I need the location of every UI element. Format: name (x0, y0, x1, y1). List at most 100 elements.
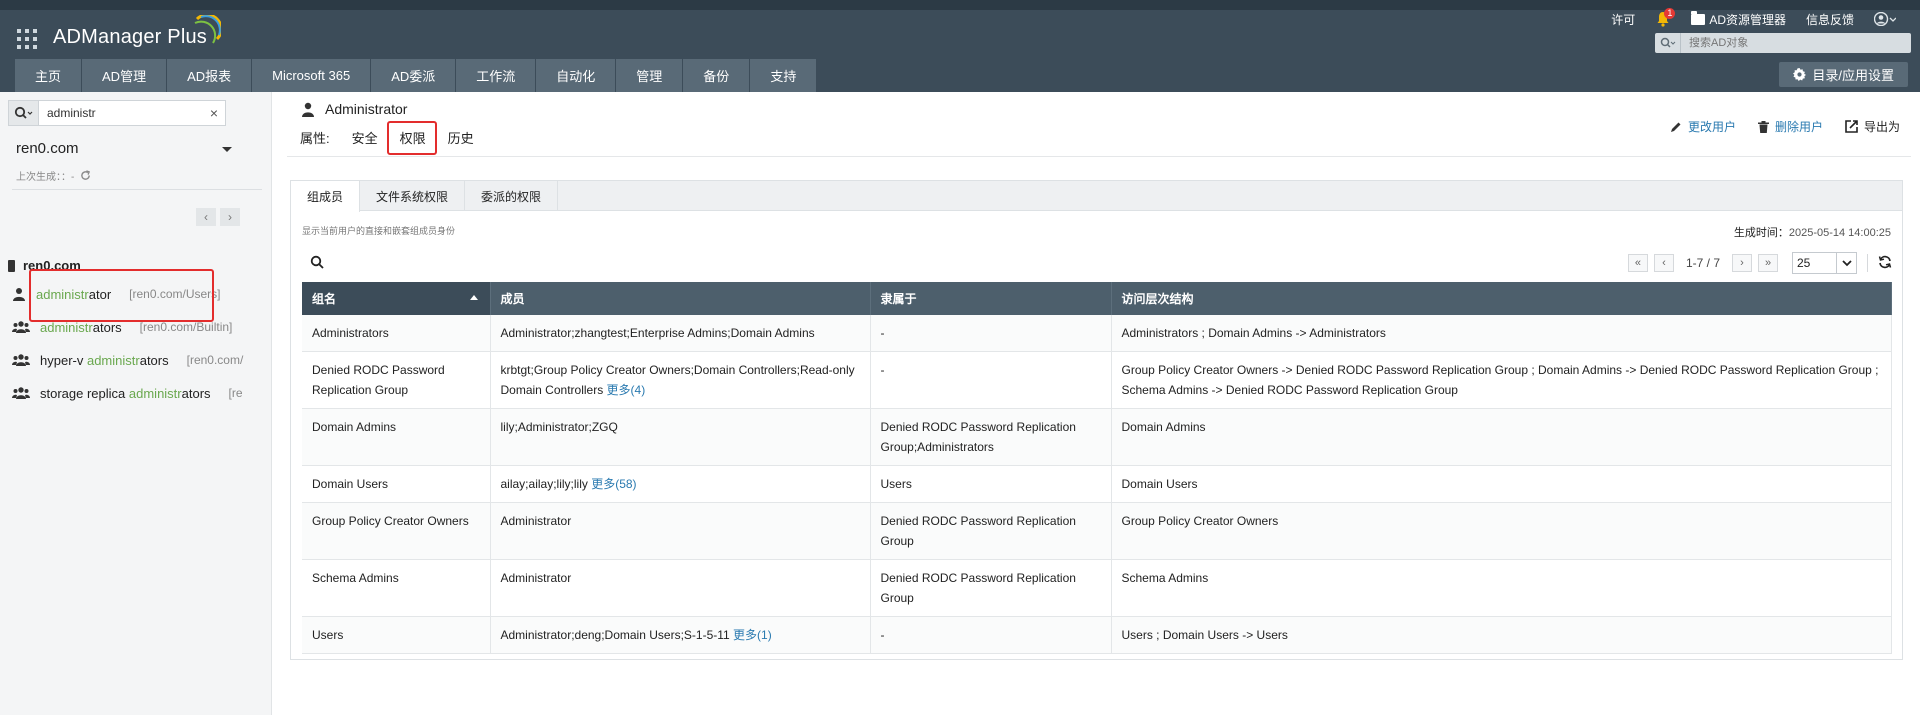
ad-object-search[interactable] (1655, 33, 1911, 53)
cell-hierarchy: Domain Admins (1111, 408, 1892, 466)
search-type-button[interactable] (9, 101, 39, 125)
directory-settings-button[interactable]: 目录/应用设置 (1779, 62, 1908, 87)
table-row: Users Administrator;deng;Domain Users;S-… (302, 616, 1892, 654)
result-path: [ren0.com/ (186, 353, 244, 367)
column-member-of[interactable]: 隶属于 (870, 282, 1112, 315)
page-info: 1-7 / 7 (1685, 256, 1720, 270)
nav-workflow[interactable]: 工作流 (456, 59, 537, 92)
previous-page-icon[interactable]: ‹ (1653, 254, 1674, 272)
last-page-icon[interactable]: » (1758, 254, 1778, 272)
panel-description: 显示当前用户的直接和嵌套组成员身份 (302, 226, 456, 236)
cell-member-of: - (870, 315, 1112, 352)
refresh-table-icon[interactable] (1878, 255, 1892, 272)
cell-members: ailay;ailay;lily;lily 更多(58) (490, 465, 871, 503)
table-toolbar: « ‹ 1-7 / 7 › » 25 (302, 250, 1892, 276)
top-links: 许可 1 AD资源管理器 信息反馈 (1601, 8, 1906, 28)
nav-ad-management[interactable]: AD管理 (82, 59, 168, 92)
sidebar-search: × (8, 100, 226, 126)
table-pager: « ‹ 1-7 / 7 › » 25 (1627, 252, 1892, 274)
more-link[interactable]: 更多(4) (607, 383, 646, 397)
clear-search-icon[interactable]: × (203, 101, 225, 125)
tab-delegated-permissions[interactable]: 委派的权限 (465, 181, 559, 211)
license-link[interactable]: 许可 (1601, 11, 1645, 28)
export-button[interactable]: 导出为 (1845, 118, 1900, 135)
user-menu-button[interactable] (1864, 12, 1906, 26)
ad-explorer-link[interactable]: AD资源管理器 (1681, 10, 1796, 28)
cell-group-name: Domain Admins (302, 408, 491, 466)
permissions-panel: 组成员 文件系统权限 委派的权限 显示当前用户的直接和嵌套组成员身份 生成时间：… (290, 180, 1903, 660)
group-icon (12, 387, 30, 399)
search-options-icon[interactable] (1655, 33, 1681, 53)
column-access-hierarchy[interactable]: 访问层次结构 (1111, 282, 1892, 315)
table-row: Denied RODC Password Replication Group k… (302, 351, 1892, 409)
tab-group-membership[interactable]: 组成员 (291, 181, 361, 212)
nav-automation[interactable]: 自动化 (536, 59, 617, 92)
cell-group-name: Users (302, 616, 491, 654)
domain-selector[interactable]: ren0.com (16, 140, 232, 160)
search-result-item[interactable]: storage replica administrators [re (12, 383, 262, 403)
nav-ad-reports[interactable]: AD报表 (167, 59, 253, 92)
ad-search-input[interactable] (1681, 37, 1881, 49)
cell-members: Administrator;zhangtest;Enterprise Admin… (490, 315, 871, 352)
search-result-item[interactable]: hyper-v administrators [ren0.com/ (12, 350, 262, 370)
table-search-icon[interactable] (310, 255, 324, 272)
page-size-select[interactable]: 25 (1792, 252, 1857, 274)
modify-user-button[interactable]: 更改用户 (1670, 118, 1736, 135)
feedback-link[interactable]: 信息反馈 (1796, 11, 1864, 28)
cell-hierarchy: Schema Admins (1111, 559, 1892, 617)
brand-logo-icon (194, 15, 221, 44)
nav-support[interactable]: 支持 (750, 59, 818, 92)
page-size-value: 25 (1797, 256, 1811, 270)
tab-security[interactable]: 安全 (352, 128, 378, 147)
generated-time-value: 2025-05-14 14:00:25 (1788, 227, 1891, 239)
pencil-icon (1670, 122, 1681, 132)
more-link[interactable]: 更多(1) (733, 628, 772, 642)
last-generated: 上次生成：：- (16, 168, 91, 183)
tab-history[interactable]: 历史 (448, 128, 474, 147)
table-row: Administrators Administrator;zhangtest;E… (302, 315, 1892, 352)
nav-home[interactable]: 主页 (15, 59, 83, 92)
cell-hierarchy: Group Policy Creator Owners (1111, 502, 1892, 560)
chevron-down-icon (222, 147, 232, 152)
delete-user-button[interactable]: 删除用户 (1757, 118, 1823, 135)
server-icon (8, 259, 15, 272)
previous-page-icon[interactable]: ‹ (196, 208, 216, 226)
column-group-name[interactable]: 组名 (302, 282, 491, 315)
domain-selector-value: ren0.com (16, 140, 79, 157)
sidebar-search-input[interactable] (39, 101, 203, 125)
first-page-icon[interactable]: « (1627, 254, 1648, 272)
cell-member-of: Denied RODC Password Replication Group (870, 502, 1112, 560)
cell-member-of: Denied RODC Password Replication Group;A… (870, 408, 1112, 466)
user-account-icon (1874, 12, 1896, 26)
annotation-highlight-result (29, 269, 214, 322)
user-icon (302, 102, 314, 117)
app-launcher-icon[interactable] (17, 29, 37, 49)
more-link[interactable]: 更多(58) (591, 477, 636, 491)
nav-microsoft-365[interactable]: Microsoft 365 (252, 59, 372, 92)
column-members[interactable]: 成员 (490, 282, 871, 315)
nav-backup[interactable]: 备份 (683, 59, 751, 92)
modify-user-label: 更改用户 (1687, 120, 1736, 134)
table-header-row: 组名 成员 隶属于 访问层次结构 (302, 282, 1892, 315)
next-page-icon[interactable]: › (1732, 254, 1752, 272)
tab-file-system-permissions[interactable]: 文件系统权限 (360, 181, 466, 211)
nav-admin[interactable]: 管理 (616, 59, 684, 92)
app-header: ADManager Plus 许可 1 AD资源管理器 信息反馈 主页 AD管理 (0, 0, 1920, 92)
cell-hierarchy: Users ; Domain Users -> Users (1111, 616, 1892, 654)
cell-group-name: Schema Admins (302, 559, 491, 617)
refresh-icon[interactable] (80, 170, 91, 181)
notifications-button[interactable]: 1 (1645, 8, 1681, 27)
delete-user-label: 删除用户 (1774, 120, 1823, 134)
toolbar-separator (1867, 254, 1868, 272)
cell-member-of: - (870, 616, 1112, 654)
folder-icon (1691, 10, 1706, 25)
permissions-subtabs: 组成员 文件系统权限 委派的权限 (291, 181, 1902, 212)
cell-members: krbtgt;Group Policy Creator Owners;Domai… (490, 351, 871, 409)
object-name: Administrator (325, 101, 408, 117)
next-page-icon[interactable]: › (220, 208, 240, 226)
header-top-strip (0, 0, 1920, 10)
cell-members: Administrator (490, 502, 871, 560)
result-path: [re (228, 386, 243, 400)
cell-group-name: Group Policy Creator Owners (302, 502, 491, 560)
nav-ad-delegation[interactable]: AD委派 (371, 59, 457, 92)
